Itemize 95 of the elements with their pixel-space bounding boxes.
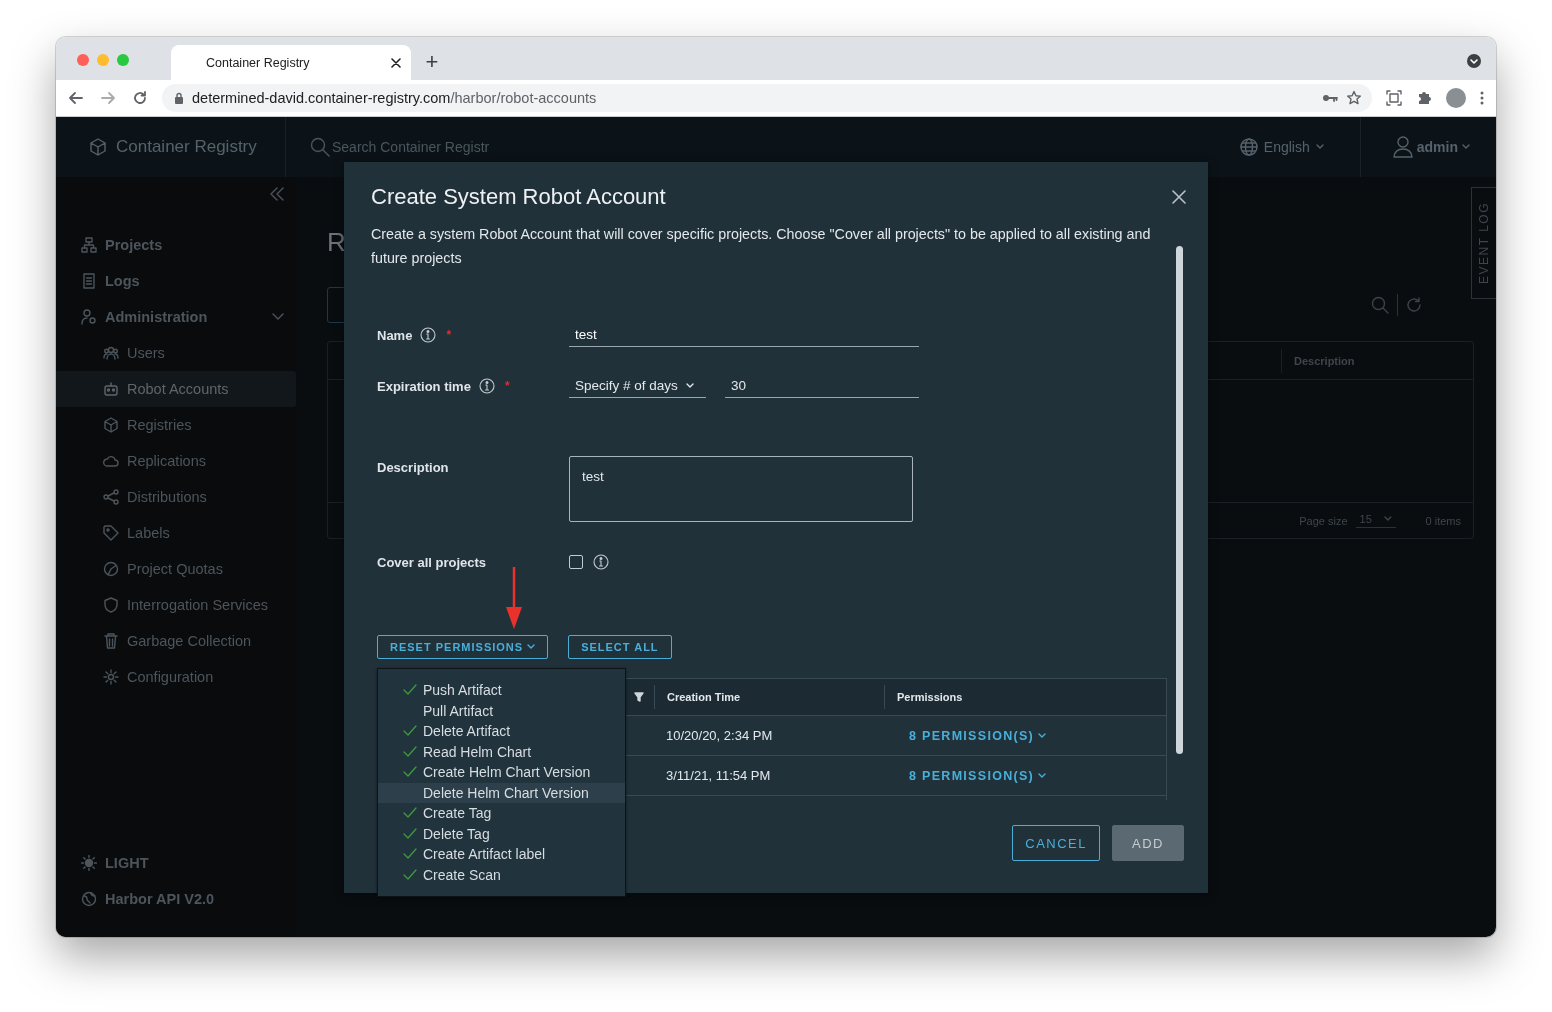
close-icon[interactable] [1172,190,1186,204]
new-tab-button[interactable]: + [421,50,443,74]
table-cell-text: 10/20/20, 2:34 PM [665,728,774,743]
cancel-button[interactable]: CANCEL [1012,825,1100,861]
field-label: Cover all projects [377,554,487,570]
scrollbar-thumb[interactable] [1176,246,1183,754]
address-bar[interactable]: determined-david.container-registry.com/harbor/robot-accounts [162,84,1372,112]
zoom-window-button[interactable] [117,54,129,66]
item-count: 0 items [1425,514,1461,527]
menu-item[interactable]: Pull Artifact [378,700,625,721]
caret-icon [685,382,694,389]
info-icon[interactable] [420,327,437,343]
checkbox[interactable] [569,555,583,569]
caret-icon [1038,773,1047,779]
forward-icon[interactable] [100,90,116,106]
close-window-button[interactable] [77,54,89,66]
search-icon[interactable] [1371,296,1389,314]
column-header: Description [1281,348,1473,373]
kebab-menu-icon [1480,91,1484,105]
permissions-link[interactable]: 8 PERMISSION(S) [909,729,1047,743]
annotation-arrow [506,567,522,629]
menu-item[interactable]: Create Artifact label [378,844,625,865]
reload-icon[interactable] [132,90,148,106]
expiration-select[interactable]: Specify # of days [569,374,706,398]
cube-logo-icon [89,138,107,156]
caret-icon [1315,144,1324,150]
pie-chart-icon [103,561,119,577]
field-label: Description [377,460,449,475]
column-header: Creation Time [654,685,884,709]
column-header: Permissions [884,685,1166,709]
description-field[interactable]: test [569,456,913,522]
tab-title: Container Registry [206,55,311,70]
globe-icon [81,891,97,907]
language-menu[interactable]: English [1239,117,1361,177]
user-gear-icon [81,309,97,325]
profile-avatar[interactable] [1446,88,1466,108]
menu-item[interactable]: Delete Artifact [378,721,625,742]
shield-icon [103,597,119,613]
hierarchy-icon [81,237,97,253]
cube-icon [103,417,119,433]
table-cell-text: 3/11/21, 11:54 PM [665,768,772,783]
product-name: Container Registry [116,137,257,157]
gear-icon [103,669,119,685]
filter-icon[interactable] [634,692,644,702]
page-size-label: Page size [1299,514,1348,527]
dialog-description: Create a system Robot Account that will cover specific projects. Choose "Cover all projects" to be applied to all existing and future projects [371,225,1152,268]
url-text: determined-david.container-registry.com/harbor/robot-accounts [192,90,598,106]
field-label: Expiration time [377,378,471,394]
browser-tab[interactable]: Container Registry [171,45,411,80]
sidebar-item[interactable]: Robot Accounts [56,371,296,407]
cloud-icon [103,453,119,469]
search-icon [310,137,330,157]
star-icon [1346,90,1362,106]
user-menu[interactable]: admin [1366,136,1470,158]
info-icon[interactable] [478,378,495,394]
robot-icon [103,381,119,397]
users-icon [103,345,119,361]
puzzle-icon [1416,90,1432,106]
dialog-title: Create System Robot Account [371,184,667,210]
document-icon [81,273,97,289]
info-icon[interactable] [593,554,609,570]
name-field[interactable]: test [569,323,919,347]
page-title: R [327,226,346,259]
screen-capture-icon [1386,90,1402,106]
collapse-icon[interactable] [270,187,284,201]
globe-icon [1239,138,1258,156]
user-icon [1392,136,1413,158]
menu-item[interactable]: Delete Helm Chart Version [378,782,625,803]
menu-item[interactable]: Push Artifact [378,680,625,701]
menu-item[interactable]: Read Helm Chart [378,741,625,762]
days-field[interactable]: 30 [725,374,919,398]
required-mark: * [446,328,452,342]
trash-icon [103,633,119,649]
sun-icon [81,855,97,871]
field-label: Name [377,327,413,343]
refresh-icon[interactable] [1406,297,1422,313]
caret-icon [527,644,536,650]
lock-icon [174,92,184,104]
key-icon [1322,93,1338,103]
tab-search-icon [1467,54,1481,68]
close-icon [391,57,401,68]
select-all-button[interactable]: SELECT ALL [568,635,672,659]
menu-item[interactable]: Create Helm Chart Version [378,762,625,783]
reset-permissions-button[interactable]: RESET PERMISSIONS [377,635,549,659]
menu-item[interactable]: Create Scan [378,864,625,885]
caret-icon [1383,516,1392,522]
share-icon [103,489,119,505]
caret-icon [1462,144,1470,150]
caret-icon [1038,733,1047,739]
required-mark: * [504,379,510,393]
back-icon[interactable] [68,90,84,106]
menu-item[interactable]: Create Tag [378,803,625,824]
menu-item[interactable]: Delete Tag [378,823,625,844]
tag-icon [103,525,119,541]
permissions-link[interactable]: 8 PERMISSION(S) [909,769,1047,783]
